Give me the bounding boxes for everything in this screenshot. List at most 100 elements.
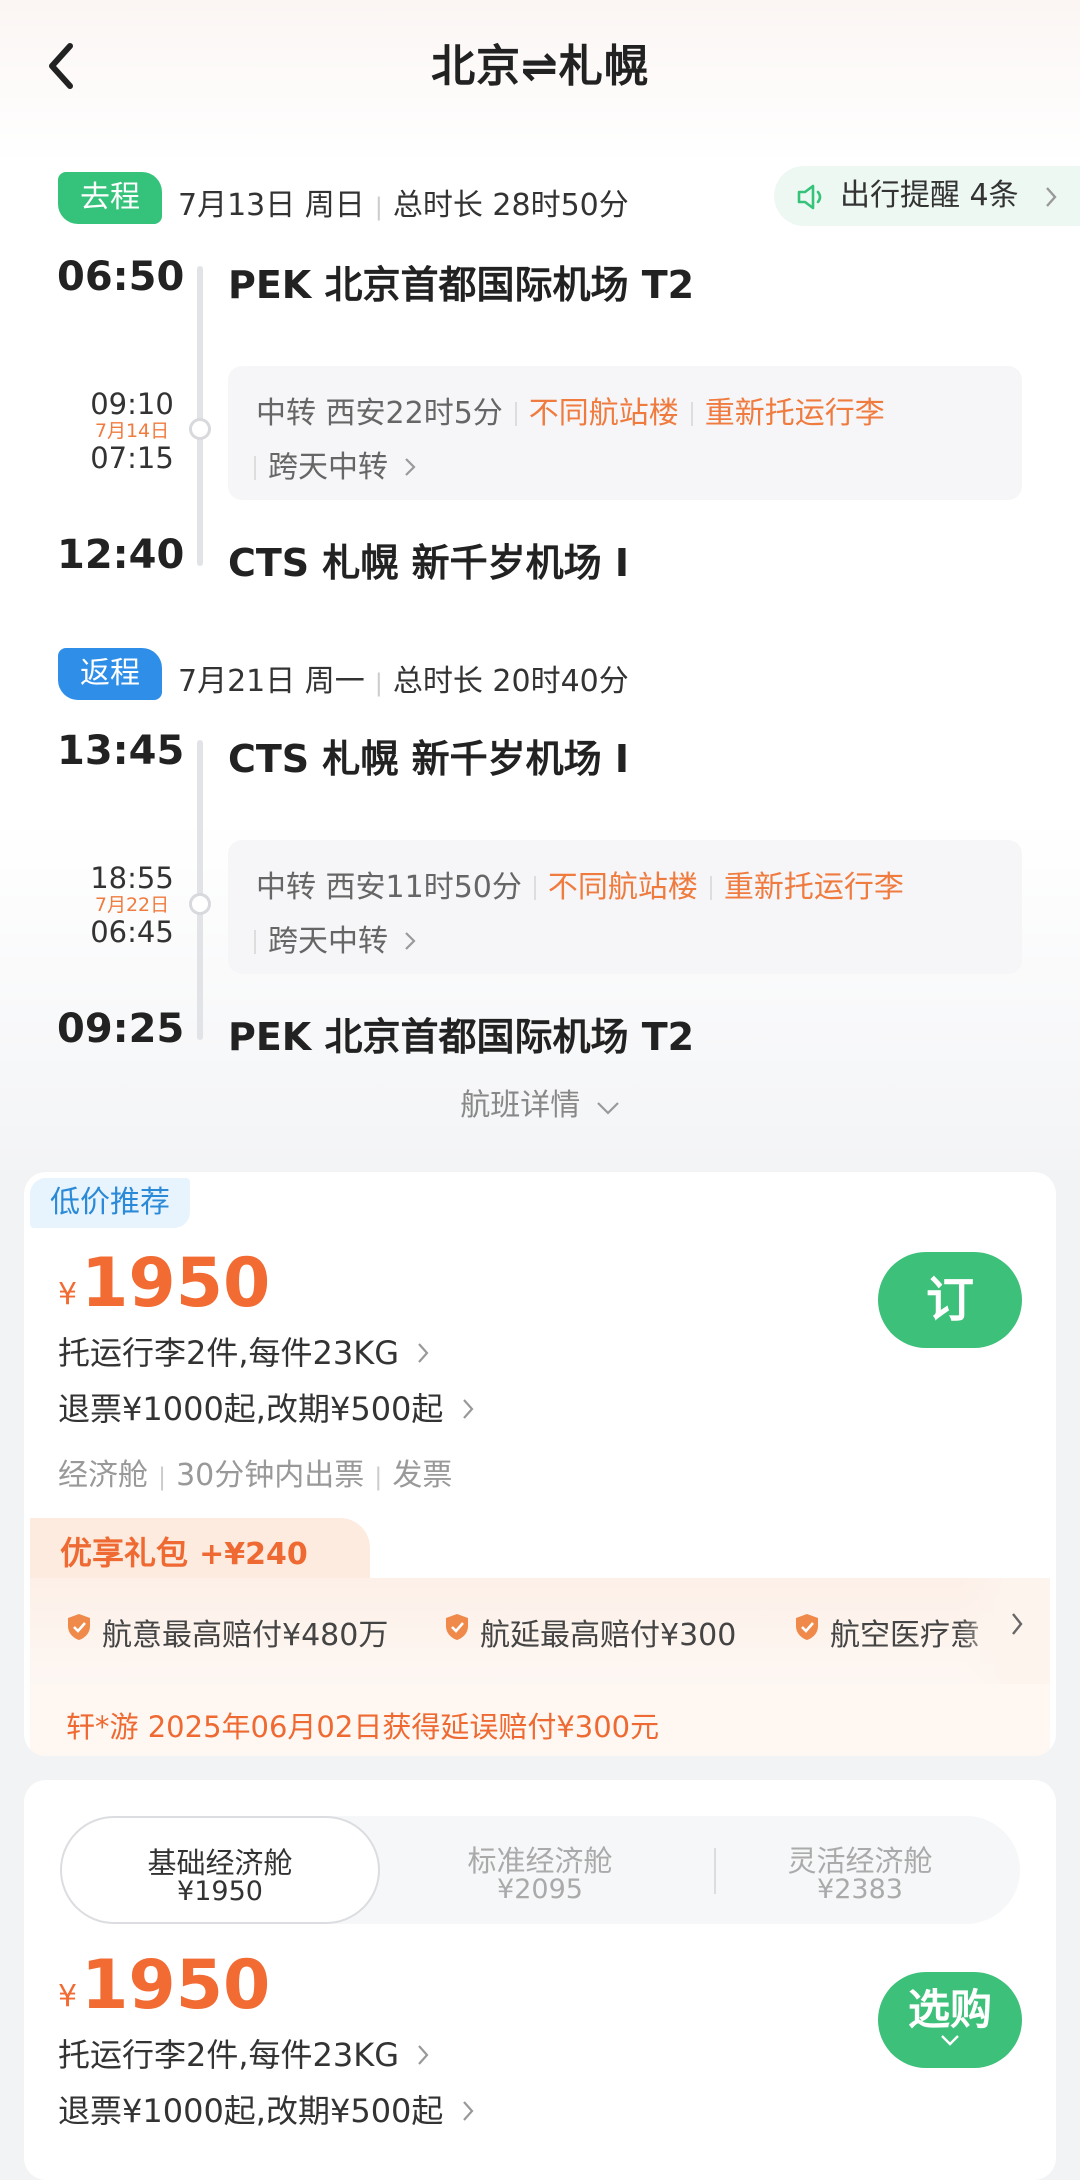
gift-price: +¥240: [199, 1537, 308, 1572]
baggage-label: 托运行李2件,每件23KG: [58, 1334, 400, 1372]
different-terminal: 不同航站楼: [528, 396, 679, 431]
chevron-right-icon: [418, 1343, 429, 1363]
offer-card-cabin-options: 基础经济舱 ¥1950 标准经济舱 ¥2095 灵活经济舱 ¥2383 ¥195…: [24, 1780, 1056, 2180]
tab-price: ¥2383: [817, 1874, 903, 1905]
return-depart-airport: CTS 札幌 新千岁机场 I: [228, 737, 630, 781]
return-info: 7月21日 周一 | 总时长 20时40分: [178, 664, 629, 699]
refund-label: 退票¥1000起,改期¥500起: [58, 2092, 444, 2130]
outbound-date: 7月13日 周日: [178, 188, 365, 223]
book-label: 订: [925, 1272, 974, 1328]
depart-airport: PEK 北京首都国际机场 T2: [228, 263, 695, 307]
chevron-right-icon: [404, 458, 416, 476]
chevron-right-icon: [462, 2101, 474, 2121]
transfer-arrive-time: 09:10: [90, 387, 174, 421]
tab-standard-economy[interactable]: 标准经济舱 ¥2095: [380, 1816, 700, 1924]
overnight-label: 跨天中转: [268, 450, 388, 485]
offer-card-lowest: 低价推荐 ¥1950 托运行李2件,每件23KG 退票¥1000起,改期¥500…: [24, 1172, 1056, 1756]
chevron-right-icon: [462, 1399, 474, 1419]
gift-title: 优享礼包 +¥240: [60, 1528, 308, 1574]
overnight-transfer-link[interactable]: 跨天中转: [254, 916, 416, 960]
transfer-line: 中转 西安22时5分 不同航站楼 重新托运行李: [256, 388, 885, 432]
chevron-right-icon: [404, 932, 416, 950]
return-tag: 返程: [58, 648, 162, 700]
transfer-leave-time: 06:45: [90, 915, 174, 949]
gift-items-row[interactable]: 航意最高赔付¥480万 航延最高赔付¥300 航空医疗意: [30, 1578, 1050, 1684]
transfer-times: 09:10 7月14日 07:15: [62, 388, 202, 474]
ticketing-time: 30分钟内出票: [176, 1458, 365, 1493]
invoice-label: 发票: [392, 1458, 453, 1493]
arrive-time: 12:40: [57, 532, 185, 578]
travel-reminder-button[interactable]: 出行提醒 4条: [774, 166, 1080, 226]
chevron-down-icon: [941, 2035, 959, 2046]
transfer-leave-time: 07:15: [90, 441, 174, 475]
chevron-down-icon: [596, 1102, 619, 1115]
transfer-info-box[interactable]: 中转 西安22时5分 不同航站楼 重新托运行李 跨天中转: [228, 366, 1022, 500]
flight-details-toggle[interactable]: 航班详情: [0, 1080, 1080, 1124]
outbound-duration: 总时长 28时50分: [392, 188, 629, 223]
cabin-class: 经济舱: [58, 1458, 148, 1493]
reminder-label: 出行提醒 4条: [840, 178, 1019, 213]
baggage-link[interactable]: 托运行李2件,每件23KG: [58, 1328, 429, 1374]
return-depart-time: 13:45: [57, 728, 185, 774]
return-arrive-time: 09:25: [57, 1006, 185, 1052]
chevron-right-icon: [1012, 1613, 1023, 1635]
offer-price: ¥1950: [58, 1946, 270, 2025]
arrive-airport: CTS 札幌 新千岁机场 I: [228, 541, 630, 585]
outbound-tag: 去程: [58, 172, 162, 224]
overnight-label: 跨天中转: [268, 924, 388, 959]
recheck-baggage: 重新托运行李: [704, 396, 885, 431]
gift-row-fade: [960, 1578, 1050, 1684]
tab-flexible-economy[interactable]: 灵活经济舱 ¥2383: [700, 1816, 1020, 1924]
claim-notice: 轩*游 2025年06月02日获得延误赔付¥300元: [30, 1684, 1050, 1756]
transfer-city: 中转 西安11时50分: [256, 870, 522, 905]
transfer-next-day: 7月14日: [94, 420, 170, 442]
speaker-icon: [797, 184, 822, 210]
depart-time: 06:50: [57, 254, 185, 300]
transfer-next-day: 7月22日: [94, 894, 170, 916]
book-button[interactable]: 订: [878, 1252, 1022, 1348]
return-transfer-times: 18:55 7月22日 06:45: [62, 862, 202, 948]
gift-name: 优享礼包: [60, 1534, 189, 1572]
return-duration: 总时长 20时40分: [392, 664, 629, 699]
return-transfer-info-box[interactable]: 中转 西安11时50分 不同航站楼 重新托运行李 跨天中转: [228, 840, 1022, 974]
tab-price: ¥2095: [497, 1874, 583, 1905]
refund-label: 退票¥1000起,改期¥500起: [58, 1390, 444, 1428]
gift-item: 航延最高赔付¥300: [480, 1618, 737, 1653]
price-value: 1950: [81, 1244, 271, 1323]
tab-price: ¥1950: [177, 1876, 263, 1907]
flight-details-label: 航班详情: [460, 1088, 581, 1123]
recheck-baggage: 重新托运行李: [723, 870, 904, 905]
transfer-arrive-time: 18:55: [90, 861, 174, 895]
select-button[interactable]: 选购: [878, 1972, 1022, 2068]
baggage-link[interactable]: 托运行李2件,每件23KG: [58, 2030, 429, 2076]
return-date: 7月21日 周一: [178, 664, 365, 699]
chevron-right-icon: [1046, 187, 1057, 207]
gift-package-header: 优享礼包 +¥240: [30, 1518, 370, 1580]
refund-policy-link[interactable]: 退票¥1000起,改期¥500起: [58, 2086, 474, 2132]
select-label: 选购: [907, 1985, 992, 2034]
overnight-transfer-link[interactable]: 跨天中转: [254, 442, 416, 486]
chevron-right-icon: [418, 2045, 429, 2065]
transfer-city: 中转 西安22时5分: [256, 396, 503, 431]
offer-meta: 经济舱 | 30分钟内出票 | 发票: [58, 1458, 453, 1493]
shield-icon: [68, 1614, 90, 1640]
outbound-info: 7月13日 周日 | 总时长 28时50分: [178, 188, 629, 223]
tab-basic-economy[interactable]: 基础经济舱 ¥1950: [60, 1816, 380, 1924]
shield-icon: [796, 1614, 818, 1640]
cabin-tabs: 基础经济舱 ¥1950 标准经济舱 ¥2095 灵活经济舱 ¥2383: [60, 1816, 1020, 1924]
return-arrive-airport: PEK 北京首都国际机场 T2: [228, 1015, 695, 1059]
low-price-badge: 低价推荐: [30, 1178, 190, 1228]
gift-item: 航意最高赔付¥480万: [102, 1618, 389, 1653]
currency-symbol: ¥: [58, 1979, 78, 2014]
gift-item: 航空医疗意: [830, 1618, 980, 1653]
claim-text: 轩*游 2025年06月02日获得延误赔付¥300元: [66, 1710, 660, 1744]
baggage-label: 托运行李2件,每件23KG: [58, 2036, 400, 2074]
price-value: 1950: [81, 1946, 271, 2025]
page-title: 北京⇌札幌: [431, 41, 649, 92]
different-terminal: 不同航站楼: [547, 870, 698, 905]
refund-policy-link[interactable]: 退票¥1000起,改期¥500起: [58, 1384, 474, 1430]
itinerary-section: 北京⇌札幌 去程 7月13日 周日 | 总时长 28时50分 出行提醒 4条 06:…: [0, 0, 1080, 1170]
transfer-line: 中转 西安11时50分 不同航站楼 重新托运行李: [256, 862, 904, 906]
currency-symbol: ¥: [58, 1277, 78, 1312]
offer-price: ¥1950: [58, 1244, 270, 1323]
